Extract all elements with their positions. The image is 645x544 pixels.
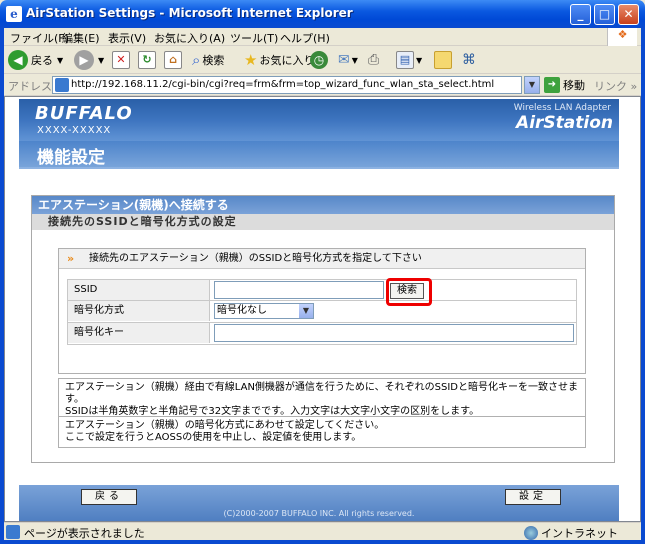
section-title: エアステーション(親機)へ接続する: [32, 196, 614, 214]
main-panel: エアステーション(親機)へ接続する 接続先のSSIDと暗号化方式の設定 » 接続…: [31, 195, 615, 463]
brand-logo: BUFFALO: [35, 103, 133, 124]
search-icon: ⌕: [192, 51, 201, 69]
maximize-button[interactable]: □: [594, 4, 615, 25]
back-arrow-icon: ◀: [8, 50, 28, 70]
menu-favorites[interactable]: お気に入り(A): [154, 30, 225, 46]
apply-button[interactable]: 設定: [505, 489, 561, 505]
edit-page-icon: ▤: [396, 51, 414, 69]
key-row: 暗号化キー: [67, 323, 577, 345]
menu-help[interactable]: ヘルプ(H): [280, 30, 330, 46]
encryption-value: 暗号化なし: [217, 305, 267, 316]
refresh-icon: ↻: [138, 51, 156, 69]
back-page-button[interactable]: 戻る: [81, 489, 137, 505]
edit-button[interactable]: ▤ ▼: [396, 50, 422, 70]
encryption-row: 暗号化方式 暗号化なし ▼: [67, 301, 577, 323]
window-title: AirStation Settings - Microsoft Internet…: [26, 6, 353, 20]
favorites-label: お気に入り: [259, 54, 315, 67]
settings-form: » 接続先のエアステーション（親機）のSSIDと暗号化方式を指定して下さい SS…: [58, 248, 586, 374]
encryption-note-line2: ここで設定を行うとAOSSの使用を中止し、設定値を使用します。: [65, 432, 362, 443]
ie-icon: e: [6, 6, 22, 22]
star-icon: ★: [244, 51, 258, 69]
forward-button[interactable]: ▶ ▼: [74, 50, 104, 70]
research-icon: ⌘: [462, 52, 476, 68]
page-icon: [55, 78, 69, 92]
title-bar: e AirStation Settings - Microsoft Intern…: [0, 0, 645, 28]
key-label: 暗号化キー: [68, 323, 210, 343]
chevron-down-icon: ▼: [351, 55, 358, 65]
search-label: 検索: [202, 54, 225, 67]
minimize-button[interactable]: _: [570, 4, 591, 25]
ssid-input[interactable]: [214, 281, 384, 299]
copyright: (C)2000-2007 BUFFALO INC. All rights res…: [223, 509, 415, 518]
menu-bar: ファイル(F) 編集(E) 表示(V) お気に入り(A) ツール(T) ヘルプ(…: [4, 28, 641, 46]
chevron-down-icon: ▼: [57, 55, 64, 65]
encryption-label: 暗号化方式: [68, 301, 210, 321]
refresh-button[interactable]: ↻: [138, 50, 156, 70]
address-input[interactable]: http://192.168.11.2/cgi-bin/cgi?req=frm&…: [52, 76, 522, 94]
instruction-row: » 接続先のエアステーション（親機）のSSIDと暗号化方式を指定して下さい: [59, 249, 585, 269]
security-zone: イントラネット: [524, 525, 618, 541]
chevron-down-icon: ▼: [98, 55, 105, 65]
home-button[interactable]: ⌂: [164, 50, 182, 70]
research-button[interactable]: ⌘: [462, 50, 476, 70]
close-button[interactable]: ✕: [618, 4, 639, 25]
zone-label: イントラネット: [541, 527, 618, 540]
menu-edit[interactable]: 編集(E): [62, 30, 100, 46]
history-icon: ◷: [310, 51, 328, 69]
chevron-down-icon: ▼: [299, 304, 313, 318]
links-label[interactable]: リンク »: [594, 78, 637, 94]
chevron-down-icon: ▼: [416, 55, 423, 65]
window-border-bottom: [0, 540, 645, 544]
ssid-label: SSID: [68, 280, 210, 300]
page-done-icon: [6, 525, 20, 539]
product-tagline: Wireless LAN Adapter: [513, 103, 611, 113]
double-chevron-icon: »: [67, 252, 75, 265]
mail-icon: ✉: [338, 52, 350, 68]
header-banner: BUFFALO XXXX-XXXXX Wireless LAN Adapter …: [19, 99, 619, 169]
menu-file[interactable]: ファイル(F): [10, 30, 69, 46]
print-button[interactable]: ⎙: [368, 50, 379, 70]
stop-button[interactable]: ✕: [112, 50, 130, 70]
address-url: http://192.168.11.2/cgi-bin/cgi?req=frm&…: [71, 79, 495, 90]
page-title-band: 機能設定: [19, 141, 619, 168]
folder-icon: [434, 51, 452, 69]
window-border-right: [641, 28, 645, 544]
menu-view[interactable]: 表示(V): [108, 30, 146, 46]
menu-tools[interactable]: ツール(T): [230, 30, 278, 46]
printer-icon: ⎙: [368, 52, 380, 68]
status-bar: ページが表示されました イントラネット: [4, 522, 641, 540]
section-subtitle: 接続先のSSIDと暗号化方式の設定: [32, 214, 614, 230]
key-input[interactable]: [214, 324, 574, 342]
status-text: ページが表示されました: [24, 527, 145, 540]
history-button[interactable]: ◷: [310, 50, 328, 70]
back-label: 戻る: [31, 54, 53, 67]
product-logo: AirStation: [516, 113, 613, 133]
stop-icon: ✕: [112, 51, 130, 69]
page-viewport: BUFFALO XXXX-XXXXX Wireless LAN Adapter …: [4, 96, 641, 522]
mail-button[interactable]: ✉ ▼: [338, 50, 358, 70]
go-label: 移動: [563, 79, 585, 92]
footer-bar: 戻る 設定 (C)2000-2007 BUFFALO INC. All righ…: [19, 485, 619, 521]
favorites-button[interactable]: ★ お気に入り: [244, 50, 314, 70]
instruction-text: 接続先のエアステーション（親機）のSSIDと暗号化方式を指定して下さい: [89, 253, 422, 264]
toolbar: ◀ 戻る ▼ ▶ ▼ ✕ ↻ ⌂ ⌕ 検索 ★ お気に入り ◷ ✉ ▼ ⎙ ▤ …: [4, 46, 641, 74]
back-button[interactable]: ◀ 戻る ▼: [8, 50, 63, 70]
page-title: 機能設定: [37, 148, 105, 168]
ssid-note-line1: エアステーション（親機）経由で有線LAN側機器が通信を行うために、それぞれのSS…: [65, 382, 578, 405]
go-arrow-icon: ➜: [544, 77, 560, 93]
address-dropdown-icon[interactable]: ▼: [524, 76, 540, 94]
address-bar: アドレス(D) http://192.168.11.2/cgi-bin/cgi?…: [4, 74, 641, 96]
model-name: XXXX-XXXXX: [37, 125, 112, 136]
globe-icon: [524, 526, 538, 540]
search-button[interactable]: ⌕ 検索: [192, 50, 224, 70]
forward-arrow-icon: ▶: [74, 50, 94, 70]
encryption-note: エアステーション（親機）の暗号化方式にあわせて設定してください。 ここで設定を行…: [58, 416, 586, 448]
folder-button[interactable]: [434, 50, 452, 70]
windows-logo-icon: ❖: [607, 28, 637, 46]
ssid-row: SSID 検索: [67, 278, 577, 306]
home-icon: ⌂: [164, 51, 182, 69]
encryption-note-line1: エアステーション（親機）の暗号化方式にあわせて設定してください。: [65, 420, 385, 431]
encryption-select[interactable]: 暗号化なし ▼: [214, 303, 314, 319]
go-button[interactable]: ➜ 移動: [544, 77, 585, 93]
